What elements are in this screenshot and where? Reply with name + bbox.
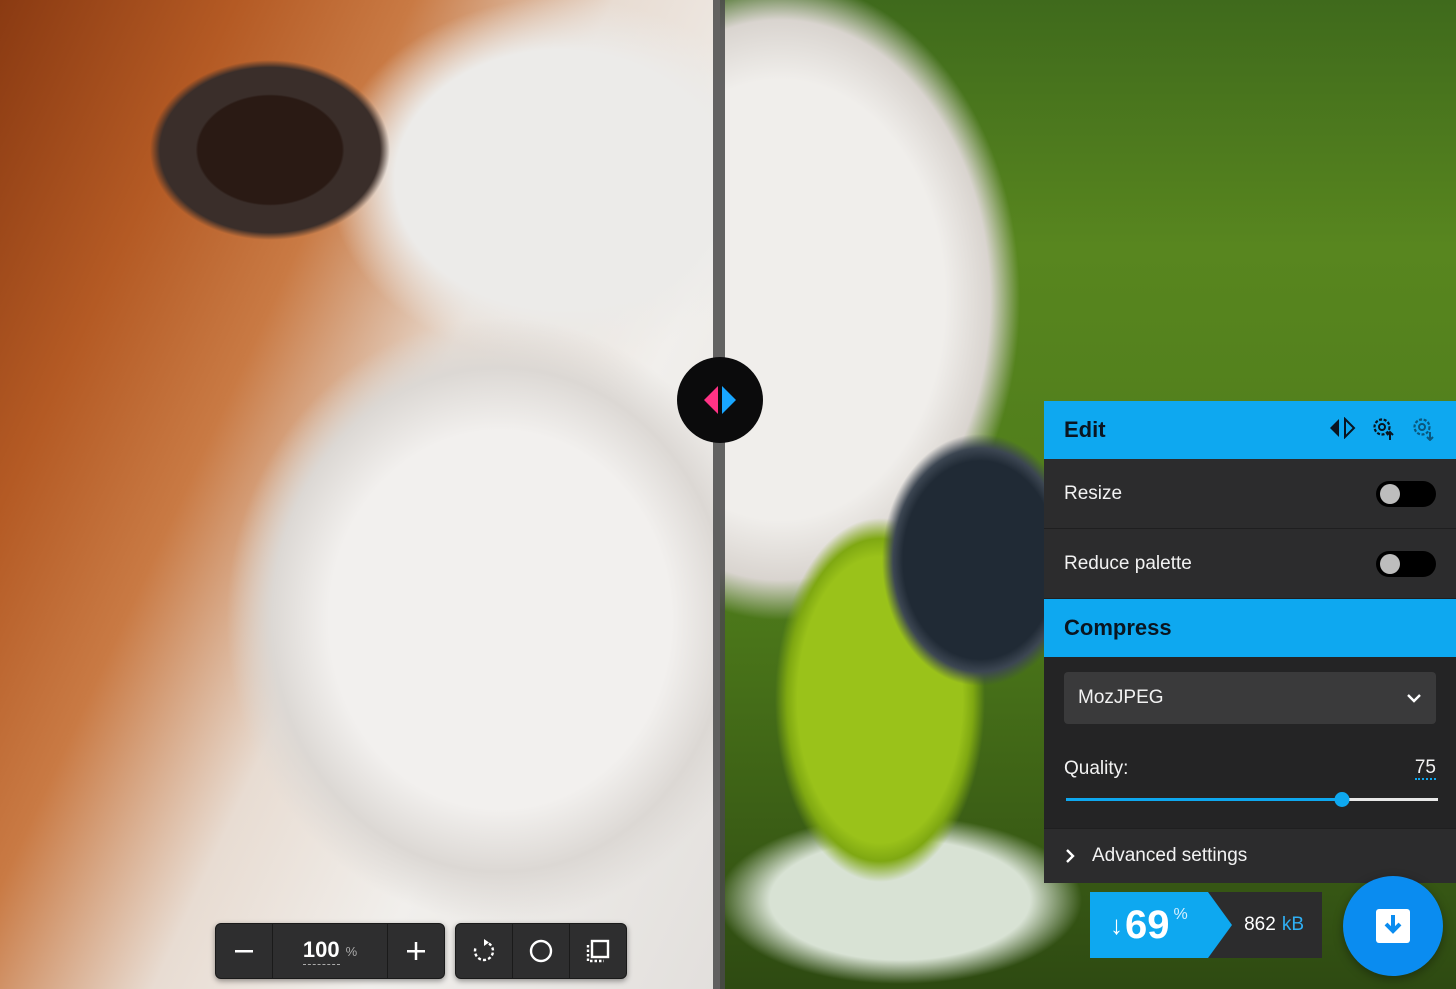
resize-toggle[interactable] [1376,480,1436,507]
compress-options: MozJPEG Quality: 75 [1044,657,1456,828]
encoder-select[interactable]: MozJPEG [1064,672,1436,724]
output-size-unit: kB [1281,914,1304,935]
zoom-unit: % [345,943,358,959]
rotate-button[interactable] [456,924,513,978]
quality-slider-thumb[interactable] [1334,792,1350,807]
chevron-down-icon [1407,694,1421,703]
arrow-left-icon [704,386,718,414]
compare-divider[interactable] [713,0,725,989]
zoom-value: 100 [302,937,340,965]
quality-value-input[interactable]: 75 [1414,758,1436,780]
reduce-palette-toggle[interactable] [1376,550,1436,577]
compress-header: Compress [1044,599,1456,657]
crop-toggle-button[interactable] [570,924,626,978]
quality-slider-fill [1066,798,1342,801]
result-summary: ↓ 69 % 862 kB [1090,892,1322,958]
options-panel: Edit Resize Reduce palette Compress MozJ… [1044,401,1456,883]
edit-title: Edit [1064,417,1106,442]
download-icon [1376,909,1410,943]
savings-unit: % [1173,906,1188,923]
compress-title: Compress [1064,615,1172,640]
zoom-in-button[interactable] [388,924,444,978]
output-size-value: 862 [1244,914,1276,935]
quality-label: Quality: [1064,758,1129,779]
zoom-level-input[interactable]: 100 % [273,924,388,978]
advanced-settings-toggle[interactable]: Advanced settings [1044,828,1456,882]
import-settings-button[interactable] [1370,415,1396,446]
zoom-out-button[interactable] [216,924,273,978]
resize-row: Resize [1044,459,1456,529]
export-settings-button[interactable] [1410,415,1436,446]
edit-header-actions [1328,415,1436,446]
savings-badge: ↓ 69 % [1090,892,1232,958]
zoom-controls: 100 % [215,923,445,979]
compare-arrows-icon [1330,416,1356,439]
quality-slider[interactable] [1064,790,1438,810]
rotate-icon [473,939,495,962]
view-toolbar: 100 % [215,923,627,979]
chevron-right-icon [1066,848,1075,863]
reduce-palette-label: Reduce palette [1064,552,1192,574]
circle-icon [529,939,553,963]
savings-arrow: ↓ [1110,909,1123,940]
gear-upload-icon [1373,417,1394,440]
minus-icon [235,950,253,953]
view-options [455,923,627,979]
resize-label: Resize [1064,482,1123,504]
original-image-side [0,0,720,989]
compare-slider-handle[interactable] [677,357,763,443]
savings-value: 69 [1125,902,1170,947]
gear-download-icon [1413,417,1434,441]
arrow-right-icon [722,386,736,414]
quality-row: Quality: 75 [1064,756,1436,780]
reduce-palette-row: Reduce palette [1044,529,1456,599]
background-toggle-button[interactable] [513,924,570,978]
compare-settings-button[interactable] [1328,416,1356,444]
download-button[interactable] [1343,876,1443,976]
plus-icon [407,942,425,960]
crop-icon [586,939,610,963]
advanced-settings-label: Advanced settings [1092,844,1248,866]
encoder-selected-value: MozJPEG [1078,687,1164,708]
edit-header: Edit [1044,401,1456,459]
